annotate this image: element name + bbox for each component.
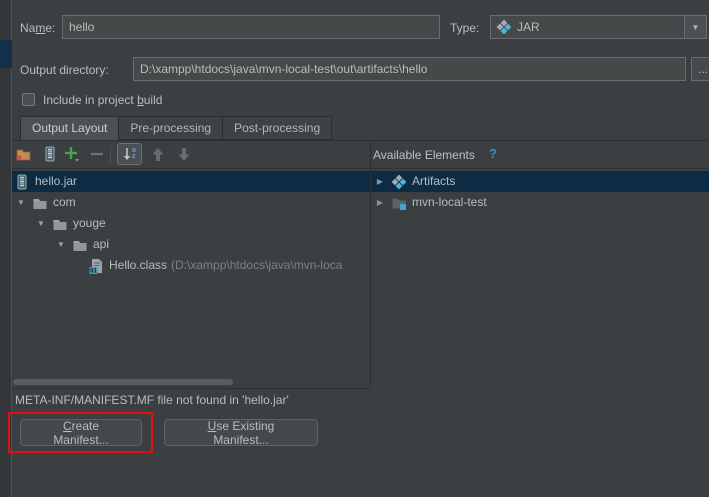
svg-text:01: 01 bbox=[90, 268, 97, 273]
content-divider bbox=[12, 140, 709, 141]
new-folder-icon bbox=[15, 146, 32, 162]
tree-row-mvn-local-test[interactable]: ▶ mvn-local-test bbox=[371, 192, 709, 213]
name-label: Name: bbox=[20, 20, 55, 36]
tree-row-api[interactable]: ▼ api bbox=[12, 234, 370, 255]
new-archive-button[interactable] bbox=[41, 145, 59, 163]
chevron-down-icon[interactable]: ▼ bbox=[56, 234, 66, 255]
move-up-icon bbox=[151, 147, 165, 162]
new-folder-button[interactable] bbox=[14, 145, 32, 163]
move-down-icon bbox=[177, 147, 191, 162]
sort-az-letters: az bbox=[132, 148, 136, 160]
name-input[interactable] bbox=[62, 15, 440, 39]
chevron-right-icon[interactable]: ▶ bbox=[375, 192, 385, 213]
add-button[interactable] bbox=[63, 145, 81, 163]
tree-row-label: Artifacts bbox=[412, 171, 455, 192]
jar-archive-icon bbox=[14, 174, 30, 190]
tree-row-com[interactable]: ▼ com bbox=[12, 192, 370, 213]
type-value: JAR bbox=[517, 20, 540, 34]
available-elements-title: Available Elements bbox=[373, 147, 475, 163]
sort-alphabetically-icon bbox=[123, 147, 131, 161]
artifact-diamonds-icon bbox=[391, 174, 407, 190]
output-directory-label: Output directory: bbox=[20, 62, 109, 78]
tree-row-youge[interactable]: ▼ youge bbox=[12, 213, 370, 234]
tab-post-processing[interactable]: Post-processing bbox=[223, 116, 332, 140]
chevron-right-icon[interactable]: ▶ bbox=[375, 171, 385, 192]
type-label: Type: bbox=[450, 20, 479, 36]
module-icon bbox=[391, 195, 407, 211]
chevron-down-icon[interactable]: ▼ bbox=[36, 213, 46, 234]
create-manifest-button[interactable]: Create Manifest... bbox=[20, 419, 142, 446]
jar-archive-icon bbox=[44, 146, 56, 162]
tree-row-label: com bbox=[53, 192, 76, 213]
chevron-down-icon[interactable]: ▼ bbox=[684, 16, 706, 38]
folder-icon bbox=[72, 237, 88, 253]
tab-bar: Output Layout Pre-processing Post-proces… bbox=[20, 116, 332, 141]
tree-row-artifacts[interactable]: ▶ Artifacts bbox=[371, 171, 709, 192]
output-directory-input[interactable] bbox=[133, 57, 686, 81]
tree-row-hello-class[interactable]: 01 Hello.class (D:\xampp\htdocs\java\mvn… bbox=[12, 255, 370, 276]
remove-button[interactable] bbox=[88, 145, 106, 163]
toolbar-separator bbox=[110, 146, 111, 163]
use-existing-manifest-button[interactable]: Use Existing Manifest... bbox=[164, 419, 318, 446]
tree-row-label: Hello.class bbox=[109, 255, 167, 276]
tree-row-label: hello.jar bbox=[35, 171, 77, 192]
sort-alphabetically-toggle[interactable]: az bbox=[117, 143, 142, 165]
tree-row-path-note: (D:\xampp\htdocs\java\mvn-loca bbox=[171, 255, 342, 276]
move-down-button[interactable] bbox=[175, 145, 193, 163]
sidebar-selection-fragment bbox=[0, 40, 12, 68]
artifact-diamonds-icon bbox=[496, 19, 512, 35]
folder-icon bbox=[52, 216, 68, 232]
tree-row-label: mvn-local-test bbox=[412, 192, 487, 213]
tree-row-hello-jar[interactable]: hello.jar bbox=[12, 171, 370, 192]
browse-button[interactable]: ... bbox=[691, 57, 709, 81]
type-select[interactable]: JAR ▼ bbox=[490, 15, 707, 39]
dialog-left-edge bbox=[0, 0, 12, 497]
move-up-button[interactable] bbox=[149, 145, 167, 163]
tab-output-layout[interactable]: Output Layout bbox=[20, 116, 119, 141]
add-icon bbox=[63, 145, 81, 163]
tab-pre-processing[interactable]: Pre-processing bbox=[119, 116, 223, 140]
tree-row-label: youge bbox=[73, 213, 106, 234]
manifest-missing-message: META-INF/MANIFEST.MF file not found in '… bbox=[15, 392, 289, 408]
artifact-settings-panel: Name: Type: JAR ▼ Output directory: ... … bbox=[0, 0, 709, 497]
remove-icon bbox=[90, 147, 104, 161]
tree-bottom-divider bbox=[12, 388, 370, 389]
chevron-down-icon[interactable]: ▼ bbox=[16, 192, 26, 213]
tree-row-label: api bbox=[93, 234, 109, 255]
folder-icon bbox=[32, 195, 48, 211]
help-icon[interactable]: ? bbox=[489, 146, 497, 161]
horizontal-scrollbar[interactable] bbox=[13, 379, 233, 385]
include-in-build-checkbox[interactable] bbox=[22, 93, 35, 106]
toolbar-divider bbox=[12, 168, 709, 169]
include-in-build-label: Include in project build bbox=[43, 92, 162, 108]
class-file-icon: 01 bbox=[88, 258, 104, 274]
